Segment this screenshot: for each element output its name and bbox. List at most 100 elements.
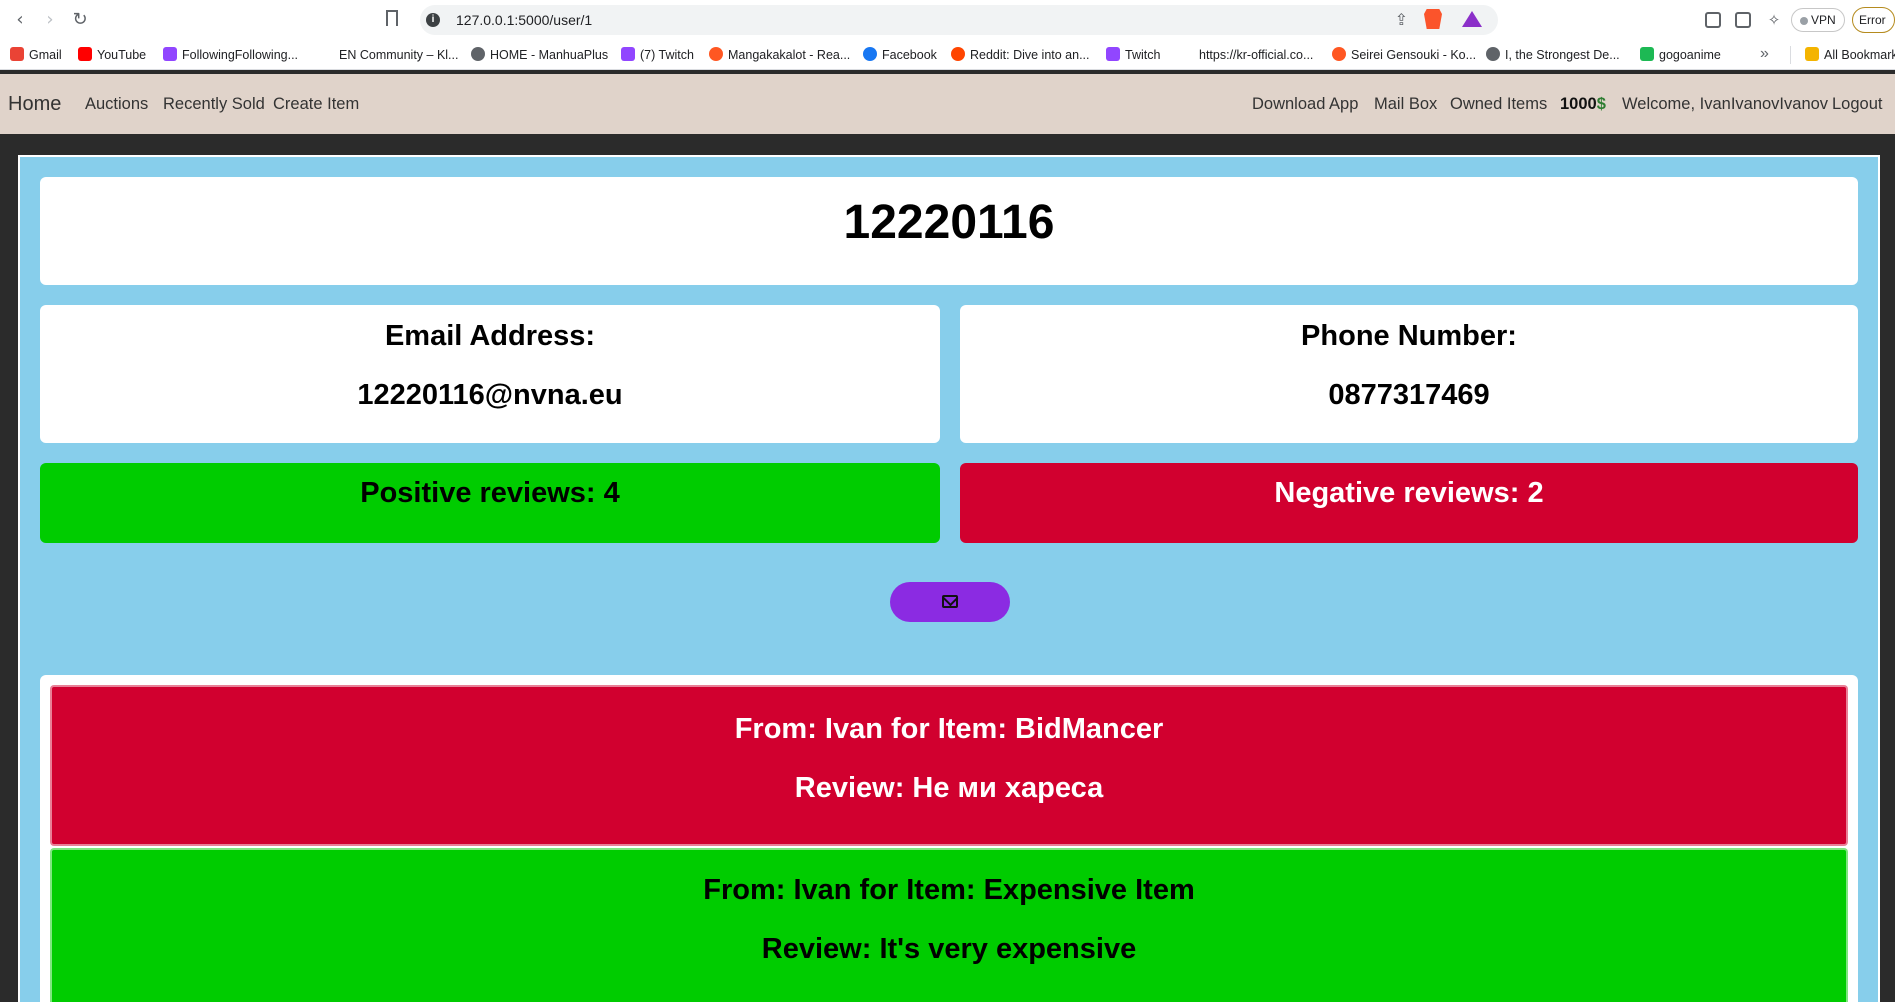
nav-logout[interactable]: Logout [1832,95,1882,114]
bookmarks-divider [1790,46,1791,64]
app-navbar: Home Auctions Recently Sold Create Item … [0,74,1895,134]
phone-label: Phone Number: [1301,320,1517,352]
twitch-icon [621,47,635,61]
bookmark-item[interactable]: EN Community – Kl... [320,47,458,62]
balance-currency: $ [1596,95,1606,113]
send-message-button[interactable] [890,582,1010,622]
reviews-list: From: Ivan for Item: BidMancer Review: Н… [40,675,1858,1002]
bookmark-item[interactable]: I, the Strongest De... [1486,47,1620,62]
bookmark-item[interactable]: https://kr-official.co... [1180,47,1313,62]
vpn-status-icon [1800,16,1808,25]
bookmark-label: YouTube [97,48,147,62]
all-bookmarks-label: All Bookmarks [1824,48,1895,62]
address-bar[interactable]: i 127.0.0.1:5000/user/1 ⇪ [420,5,1498,35]
nav-create-item[interactable]: Create Item [273,95,359,114]
review-text: Review: Не ми хареса [794,772,1104,804]
brave-shields-icon[interactable] [1424,9,1442,29]
review-text: Review: It's very expensive [761,933,1137,965]
positive-reviews-text: Positive reviews: 4 [360,477,620,509]
nav-owned-items[interactable]: Owned Items [1450,95,1547,114]
bookmark-item[interactable]: Twitch [1106,47,1160,62]
review-from: From: Ivan for Item: BidMancer [734,713,1164,745]
bookmark-item[interactable]: Reddit: Dive into an... [951,47,1090,62]
bookmark-label: FollowingFollowing... [182,48,299,62]
bookmark-label: EN Community – Kl... [339,48,459,62]
share-icon[interactable]: ⇪ [1395,10,1408,29]
bookmark-item[interactable]: Gmail [10,47,62,62]
nav-mail-box[interactable]: Mail Box [1374,95,1437,114]
phone-card: Phone Number: 0877317469 [960,305,1858,443]
vpn-button[interactable]: VPN [1791,8,1845,32]
positive-reviews-badge: Positive reviews: 4 [40,463,940,543]
wallet-icon[interactable] [1735,12,1751,28]
back-icon[interactable]: ‹ [8,8,32,32]
review-item: From: Ivan for Item: BidMancer Review: Н… [50,685,1848,846]
gmail-icon [10,47,24,61]
leo-ai-icon[interactable]: ✧ [1762,8,1786,32]
folder-icon [1805,47,1819,61]
balance-amount: 1000 [1560,95,1597,113]
bookmark-label: Seirei Gensouki - Ko... [1351,48,1477,62]
bookmark-item[interactable]: YouTube [78,47,146,62]
bookmark-label: Twitch [1125,48,1161,62]
reload-icon[interactable]: ↻ [68,8,92,32]
nav-recently-sold[interactable]: Recently Sold [163,95,265,114]
negative-reviews-text: Negative reviews: 2 [1274,477,1544,509]
username-card: 12220116 [40,177,1858,285]
all-bookmarks[interactable]: All Bookmarks [1805,47,1895,62]
review-from: From: Ivan for Item: Expensive Item [703,874,1195,906]
bookmark-item[interactable]: gogoanime [1640,47,1721,62]
bookmark-label: I, the Strongest De... [1505,48,1620,62]
email-label: Email Address: [384,320,596,352]
bookmark-label: HOME - ManhuaPlus [490,48,609,62]
bookmark-item[interactable]: HOME - ManhuaPlus [471,47,608,62]
gogoanime-icon [1640,47,1654,61]
bookmark-label: (7) Twitch [640,48,694,62]
bookmark-label: Reddit: Dive into an... [970,48,1090,62]
nav-home[interactable]: Home [8,93,61,116]
sidebar-icon[interactable] [1705,12,1721,28]
twitch-icon [163,47,177,61]
site-info-icon[interactable]: i [426,13,440,27]
bookmark-label: Gmail [29,48,62,62]
email-value: 12220116@nvna.eu [357,379,623,411]
error-button[interactable]: Error ≡ [1852,7,1895,51]
page-icon [1180,47,1194,61]
phone-value: 0877317469 [1328,379,1490,411]
page-icon [320,47,334,61]
bookmarks-bar: Gmail YouTube FollowingFollowing... EN C… [0,40,1895,70]
bookmark-icon[interactable] [386,10,398,26]
nav-auctions[interactable]: Auctions [85,95,148,114]
brave-rewards-icon[interactable] [1462,11,1482,27]
bookmark-item[interactable]: Mangakakalot - Rea... [709,47,850,62]
nav-download-app[interactable]: Download App [1252,95,1358,114]
globe-icon [1486,47,1500,61]
email-card: Email Address: 12220116@nvna.eu [40,305,940,443]
bookmark-label: gogoanime [1659,48,1721,62]
twitch-icon [1106,47,1120,61]
vpn-label: VPN [1811,13,1836,27]
reddit-icon [951,47,965,61]
bookmark-label: Mangakakalot - Rea... [728,48,851,62]
bookmark-item[interactable]: FollowingFollowing... [163,47,298,62]
negative-reviews-badge: Negative reviews: 2 [960,463,1858,543]
browser-toolbar: ‹ › ↻ i 127.0.0.1:5000/user/1 ⇪ ✧ VPN Er… [0,0,1895,51]
mangakakalot-icon [709,47,723,61]
mangakakalot-icon [1332,47,1346,61]
url-text[interactable]: 127.0.0.1:5000/user/1 [456,12,592,28]
chevron-double-right-icon[interactable]: » [1760,45,1769,63]
balance: 1000$ [1560,95,1606,114]
bookmark-item[interactable]: (7) Twitch [621,47,694,62]
bookmark-label: https://kr-official.co... [1199,48,1314,62]
bookmark-item[interactable]: Facebook [863,47,937,62]
bookmark-item[interactable]: Seirei Gensouki - Ko... [1332,47,1476,62]
mail-edit-icon [942,595,958,608]
facebook-icon [863,47,877,61]
nav-welcome[interactable]: Welcome, IvanIvanovIvanov [1622,95,1828,114]
error-label: Error [1859,13,1886,27]
forward-icon[interactable]: › [38,8,62,32]
youtube-icon [78,47,92,61]
page-title: 12220116 [843,196,1055,249]
bookmark-label: Facebook [882,48,937,62]
globe-icon [471,47,485,61]
